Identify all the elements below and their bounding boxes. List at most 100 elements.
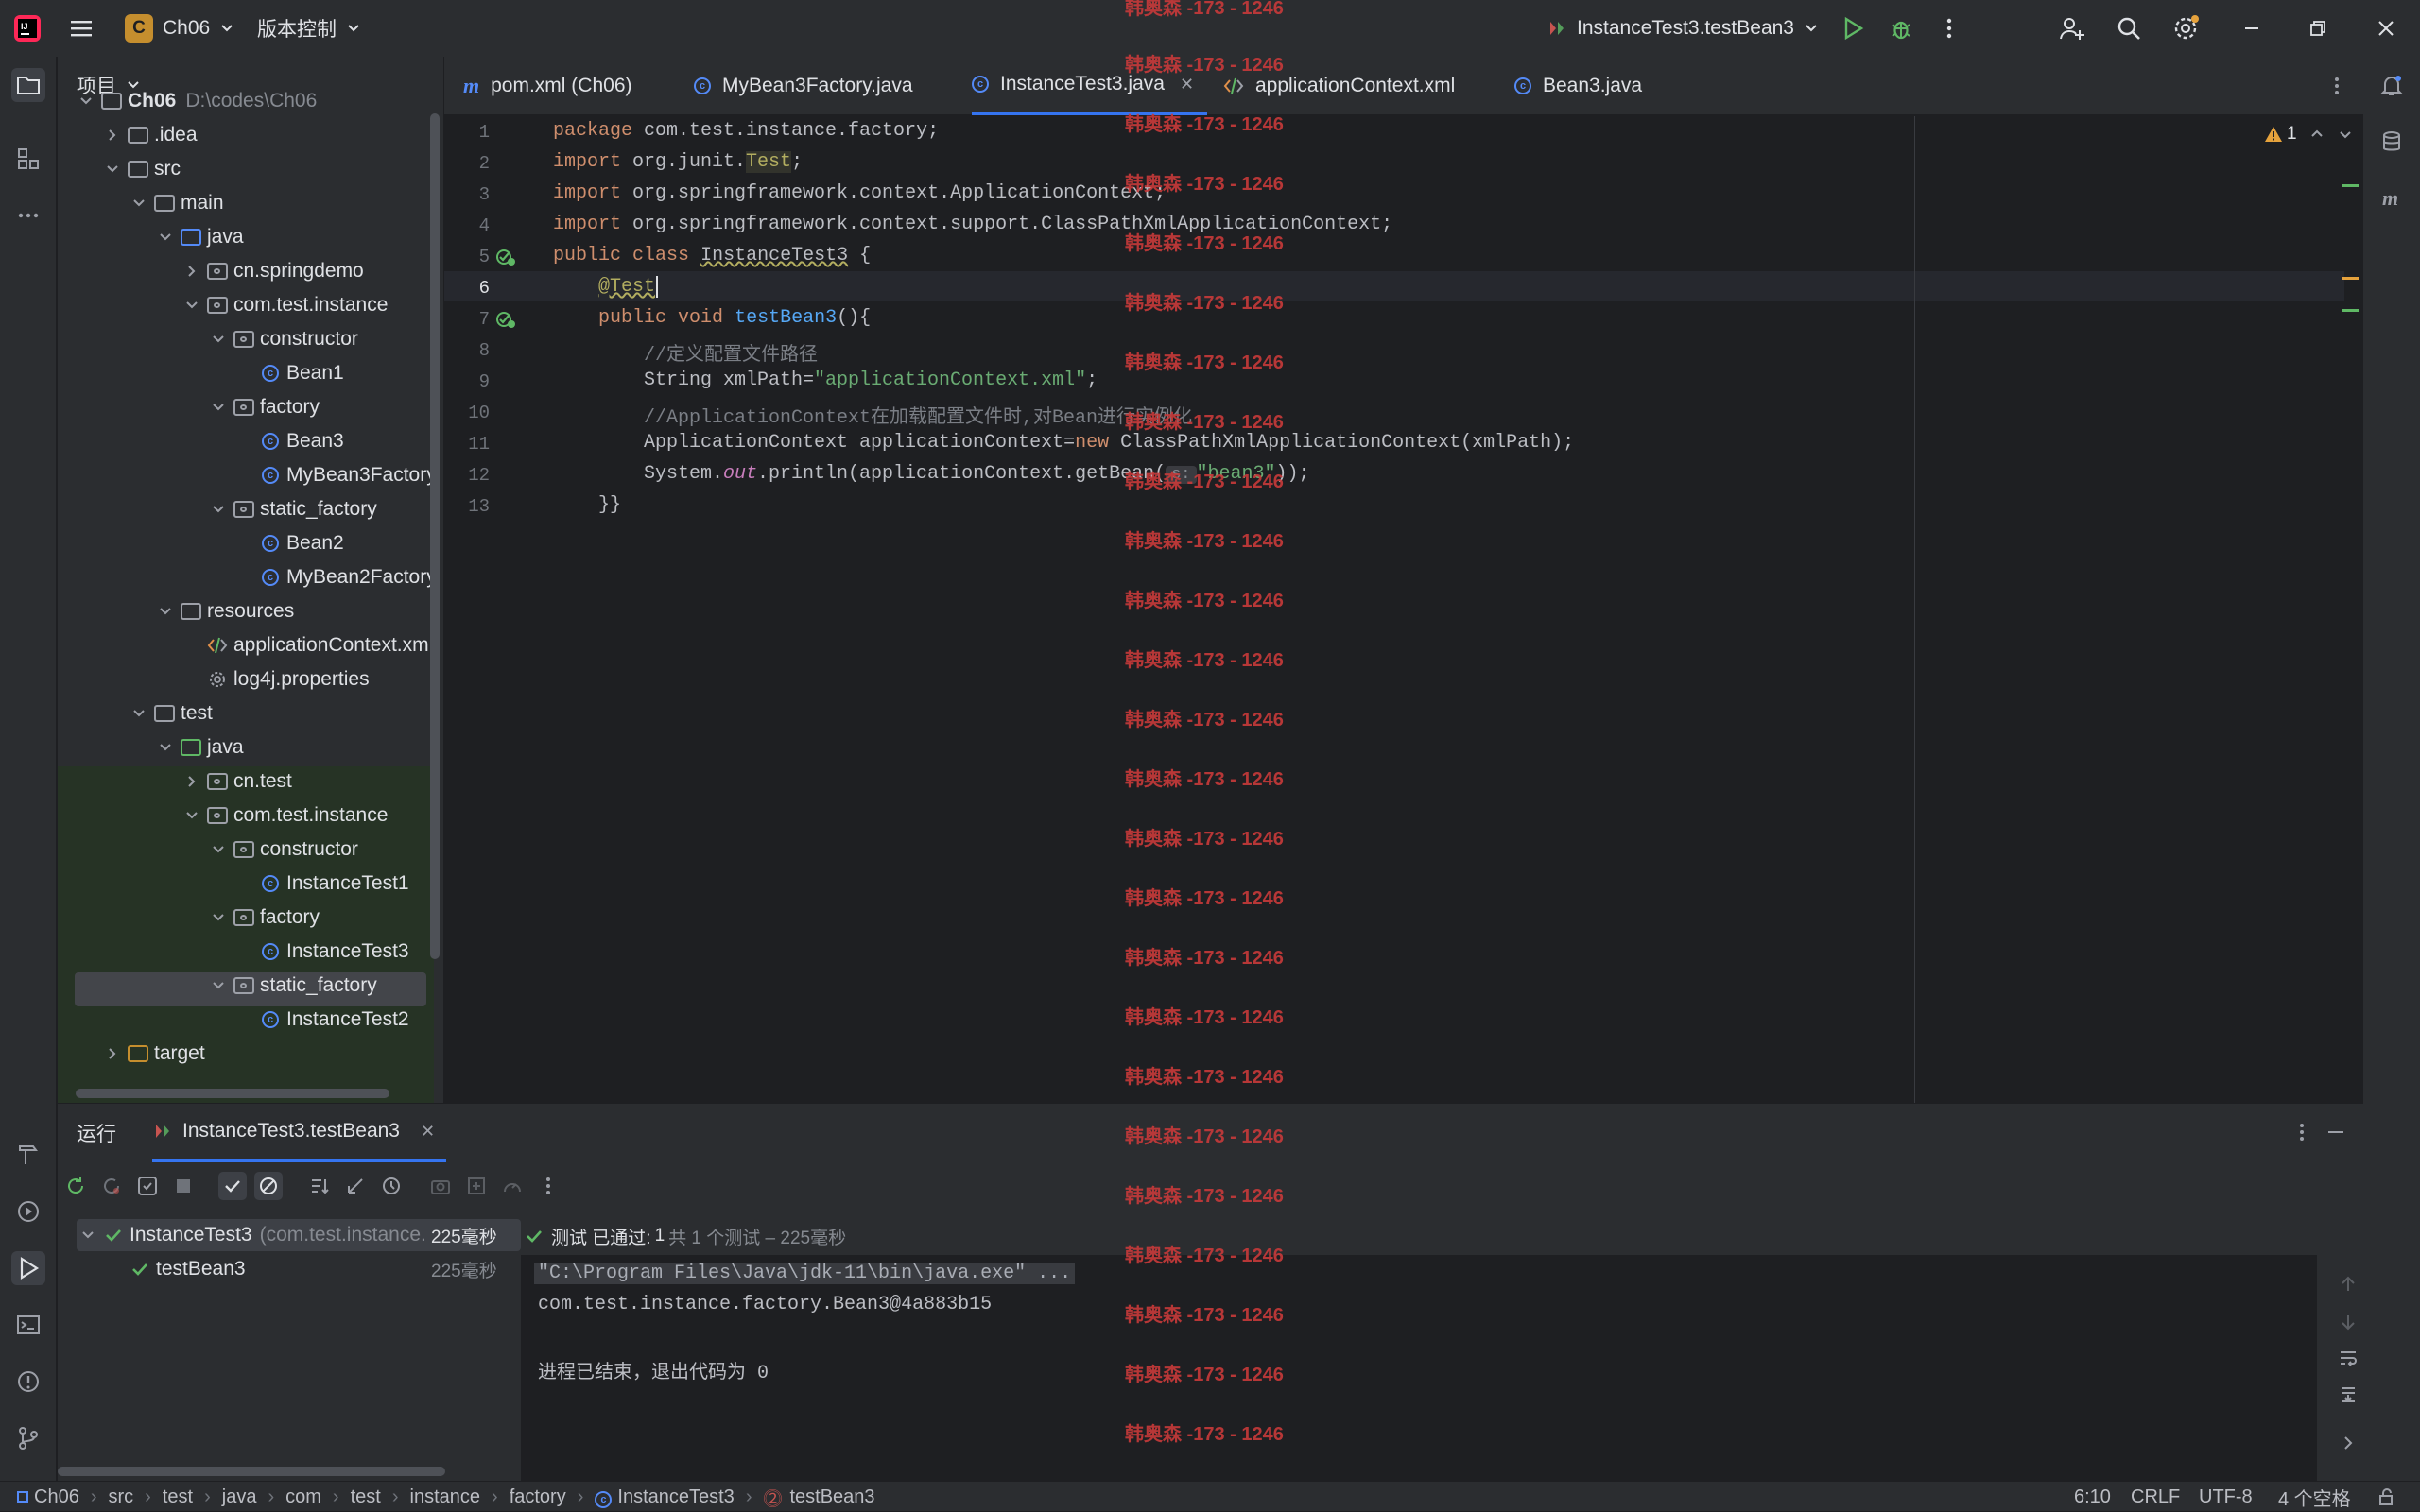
tree-item-package[interactable]: cn.test	[182, 765, 292, 799]
app-logo-icon[interactable]: IJ	[13, 0, 42, 57]
debug-icon[interactable]	[1886, 13, 1916, 43]
breadcrumb-item[interactable]: com	[285, 1486, 321, 1508]
vcs-menu[interactable]: 版本控制	[257, 0, 363, 57]
tabs-more-icon[interactable]	[2325, 57, 2348, 115]
tree-item-package[interactable]: factory	[209, 901, 320, 935]
lock-icon[interactable]	[2377, 1482, 2395, 1512]
tree-item-resources[interactable]: resources	[156, 594, 294, 628]
services-icon[interactable]	[11, 1194, 45, 1228]
tree-item-class[interactable]: c Bean2	[260, 526, 344, 560]
show-ignored-icon[interactable]	[254, 1172, 283, 1200]
scroll-down-icon[interactable]	[2338, 1312, 2359, 1332]
breadcrumb-item[interactable]: InstanceTest3	[617, 1486, 734, 1508]
tree-horizontal-scrollbar[interactable]	[58, 1467, 445, 1476]
project-tool-folder-icon[interactable]	[11, 68, 45, 102]
run-tool-icon[interactable]	[11, 1251, 45, 1285]
run-config-selector[interactable]: InstanceTest3.testBean3	[1547, 0, 1821, 57]
scroll-to-end-icon[interactable]	[2338, 1383, 2359, 1404]
breadcrumb-item[interactable]: testBean3	[789, 1486, 874, 1508]
restore-icon[interactable]	[2303, 13, 2333, 43]
tree-item-folder[interactable]: main	[130, 186, 224, 220]
tree-item-package[interactable]: com.test.instance	[182, 288, 388, 322]
structure-icon[interactable]	[11, 142, 45, 176]
rerun-icon[interactable]	[61, 1172, 90, 1200]
tree-item-folder[interactable]: src	[103, 152, 181, 186]
close-tab-icon[interactable]: ✕	[421, 1122, 435, 1142]
run-tab[interactable]: InstanceTest3.testBean3 ✕	[152, 1104, 447, 1162]
code-editor[interactable]: 1 2 3 4 5 6 7 8 9 10 11 12 13 package co…	[444, 116, 2363, 1103]
settings-gear-icon[interactable]	[2170, 13, 2201, 43]
sort-duration-icon[interactable]	[341, 1172, 370, 1200]
search-icon[interactable]	[2114, 13, 2144, 43]
soft-wrap-icon[interactable]	[2338, 1348, 2359, 1368]
minimize-icon[interactable]	[2237, 13, 2267, 43]
database-icon[interactable]	[2375, 125, 2409, 159]
export-tests-icon[interactable]	[498, 1172, 527, 1200]
more-vertical-icon[interactable]	[534, 1172, 562, 1200]
close-window-icon[interactable]	[2371, 13, 2401, 43]
chevron-right-icon[interactable]	[2338, 1433, 2359, 1453]
more-tools-icon[interactable]	[11, 198, 45, 232]
tree-item-module[interactable]: Ch06 D:\codes\Ch06	[77, 84, 317, 118]
rerun-failed-icon[interactable]	[97, 1172, 126, 1200]
file-encoding[interactable]: UTF-8	[2199, 1482, 2253, 1512]
breadcrumb-item[interactable]: Ch06	[34, 1486, 79, 1508]
console-line-command[interactable]: "C:\Program Files\Java\jdk-11\bin\java.e…	[534, 1263, 1076, 1284]
tab-mybean3factory[interactable]: c MyBean3Factory.java	[694, 57, 913, 115]
tree-item-class[interactable]: c MyBean2Factory	[260, 560, 437, 594]
maven-icon[interactable]: m	[2375, 181, 2409, 215]
tab-pom-xml[interactable]: m pom.xml (Ch06)	[463, 57, 632, 115]
tree-item-package[interactable]: com.test.instance	[182, 799, 388, 833]
tree-item-folder[interactable]: target	[103, 1037, 205, 1071]
tree-item-source-folder[interactable]: java	[156, 220, 244, 254]
tree-item-package[interactable]: cn.springdemo	[182, 254, 364, 288]
run-test-gutter-icon[interactable]	[495, 247, 516, 267]
problems-icon[interactable]	[11, 1365, 45, 1399]
chevron-down-icon[interactable]	[2337, 126, 2354, 143]
sort-alpha-icon[interactable]	[305, 1172, 334, 1200]
more-vertical-icon[interactable]	[2290, 1121, 2313, 1143]
tree-item-xml[interactable]: applicationContext.xml	[207, 628, 433, 662]
tree-item-class[interactable]: c InstanceTest2	[260, 1003, 409, 1037]
terminal-icon[interactable]	[11, 1308, 45, 1342]
console-output[interactable]: "C:\Program Files\Java\jdk-11\bin\java.e…	[521, 1255, 2317, 1482]
tree-item-class[interactable]: c InstanceTest1	[260, 867, 409, 901]
project-vertical-scrollbar[interactable]	[430, 113, 440, 959]
tree-item-properties[interactable]: log4j.properties	[207, 662, 370, 696]
tree-item-class-selected[interactable]: c InstanceTest3	[260, 935, 409, 969]
tree-item-test-folder[interactable]: java	[156, 730, 244, 765]
tree-item-package[interactable]: constructor	[209, 833, 358, 867]
tree-item-folder[interactable]: test	[130, 696, 213, 730]
run-test-gutter-icon[interactable]	[495, 309, 516, 330]
tree-item-folder[interactable]: .idea	[103, 118, 198, 152]
camera-icon[interactable]	[426, 1172, 455, 1200]
git-branch-icon[interactable]	[11, 1421, 45, 1455]
breadcrumb-item[interactable]: instance	[410, 1486, 481, 1508]
caret-position[interactable]: 6:10	[2074, 1482, 2111, 1512]
test-suite-row[interactable]: InstanceTest3 (com.test.instance.	[78, 1219, 426, 1251]
tree-item-class[interactable]: c Bean1	[260, 356, 344, 390]
breadcrumb-item[interactable]: src	[108, 1486, 133, 1508]
build-hammer-icon[interactable]	[11, 1138, 45, 1172]
scroll-up-icon[interactable]	[2338, 1274, 2359, 1295]
main-menu-icon[interactable]	[68, 0, 95, 57]
close-tab-icon[interactable]: ✕	[1180, 75, 1194, 94]
tab-bean3[interactable]: c Bean3.java	[1514, 57, 1642, 115]
tree-item-package[interactable]: factory	[209, 390, 320, 424]
test-method-row[interactable]: testBean3	[130, 1253, 246, 1285]
breadcrumb-item[interactable]: test	[163, 1486, 193, 1508]
import-tests-icon[interactable]	[462, 1172, 491, 1200]
tree-item-package[interactable]: static_factory	[209, 969, 377, 1003]
inspection-widget[interactable]: 1	[2264, 124, 2354, 145]
breadcrumb-item[interactable]: factory	[510, 1486, 566, 1508]
stop-icon[interactable]	[169, 1172, 198, 1200]
toggle-auto-test-icon[interactable]	[133, 1172, 162, 1200]
notifications-bell-icon[interactable]	[2375, 68, 2409, 102]
hide-panel-icon[interactable]	[2325, 1121, 2347, 1143]
indent-setting[interactable]: 4 个空格	[2278, 1482, 2351, 1512]
history-clock-icon[interactable]	[377, 1172, 406, 1200]
add-user-icon[interactable]	[2057, 13, 2087, 43]
more-vertical-icon[interactable]	[1934, 13, 1964, 43]
chevron-up-icon[interactable]	[2308, 126, 2325, 143]
project-horizontal-scrollbar[interactable]	[76, 1089, 389, 1098]
